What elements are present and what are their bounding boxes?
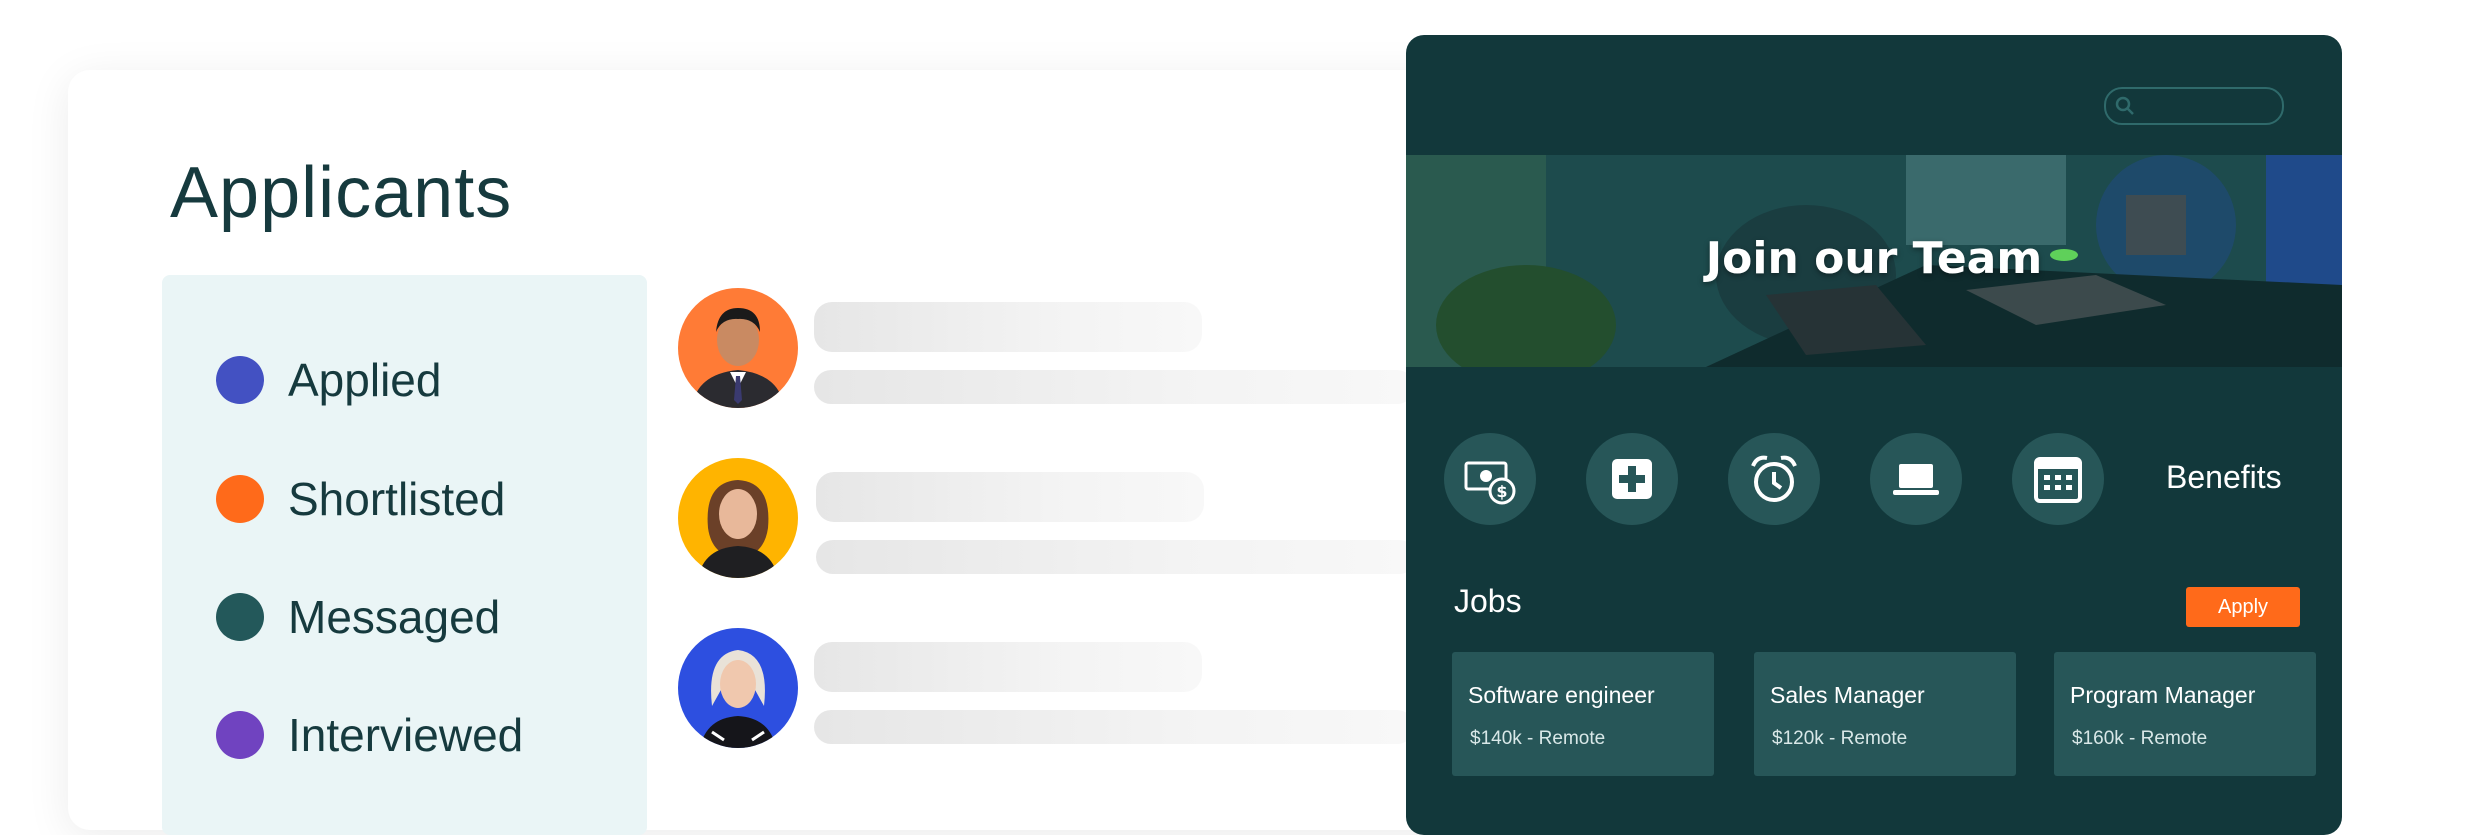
skeleton-line xyxy=(816,472,1204,522)
hero-title: Join our Team xyxy=(1705,233,2043,284)
laptop-icon xyxy=(1893,464,1939,495)
calendar-icon xyxy=(2034,457,2082,503)
status-item-interviewed[interactable]: Interviewed xyxy=(216,705,523,765)
benefit-equipment[interactable] xyxy=(1870,433,1962,525)
status-filter-panel: Applied Shortlisted Messaged Interviewed xyxy=(162,275,647,835)
benefit-schedule[interactable] xyxy=(2012,433,2104,525)
job-title: Sales Manager xyxy=(1770,682,1925,708)
svg-text:$: $ xyxy=(1496,482,1507,501)
skeleton-line xyxy=(814,642,1202,692)
money-icon: $ xyxy=(1464,461,1516,505)
status-dot xyxy=(216,356,264,404)
job-meta: $120k - Remote xyxy=(1772,728,1908,749)
status-item-shortlisted[interactable]: Shortlisted xyxy=(216,469,505,529)
jobs-label: Jobs xyxy=(1454,583,1522,619)
job-meta: $140k - Remote xyxy=(1470,728,1606,749)
status-label: Applied xyxy=(288,354,442,406)
status-item-messaged[interactable]: Messaged xyxy=(216,587,500,647)
skeleton-line xyxy=(814,710,1414,744)
job-card[interactable]: Program Manager $160k - Remote xyxy=(2054,652,2316,776)
health-icon xyxy=(1612,459,1652,499)
status-dot xyxy=(216,711,264,759)
skeleton-line xyxy=(814,302,1202,352)
alarm-clock-icon xyxy=(1751,455,1797,502)
apply-button[interactable]: Apply xyxy=(2186,587,2300,627)
status-dot xyxy=(216,475,264,523)
page-title: Applicants xyxy=(170,153,513,233)
status-dot xyxy=(216,593,264,641)
job-title: Program Manager xyxy=(2070,682,2256,708)
job-title: Software engineer xyxy=(1468,682,1655,708)
benefit-health[interactable] xyxy=(1586,433,1678,525)
avatar xyxy=(678,288,798,408)
status-item-applied[interactable]: Applied xyxy=(216,350,441,410)
status-label: Messaged xyxy=(288,591,501,643)
benefit-money[interactable]: $ xyxy=(1444,433,1536,525)
search-input[interactable] xyxy=(2104,87,2284,125)
job-card[interactable]: Software engineer $140k - Remote xyxy=(1452,652,1714,776)
job-card[interactable]: Sales Manager $120k - Remote xyxy=(1754,652,2016,776)
benefit-time-off[interactable] xyxy=(1728,433,1820,525)
status-label: Interviewed xyxy=(288,709,524,761)
benefits-label: Benefits xyxy=(2166,459,2282,495)
hero-banner: Join our Team xyxy=(1406,155,2342,367)
skeleton-line xyxy=(814,370,1414,404)
status-label: Shortlisted xyxy=(288,473,506,525)
careers-panel: Join our Team $ Benefits Jobs Apply Soft… xyxy=(1406,35,2342,835)
skeleton-line xyxy=(816,540,1416,574)
job-meta: $160k - Remote xyxy=(2072,728,2208,749)
avatar xyxy=(678,628,798,748)
search-icon xyxy=(2115,96,2134,115)
avatar xyxy=(678,458,798,578)
